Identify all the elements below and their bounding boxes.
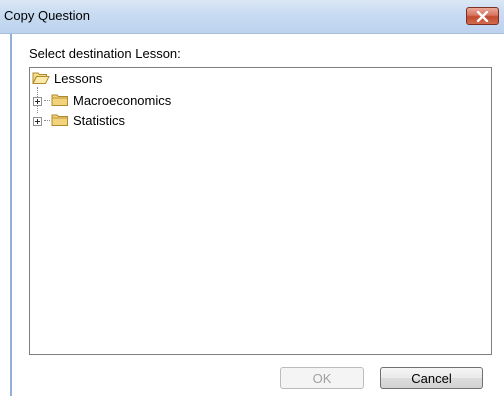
folder-icon [51,92,69,111]
tree-node-macroeconomics[interactable]: Macroeconomics [33,92,171,110]
plus-expander-icon[interactable] [33,116,42,126]
close-button[interactable] [466,7,499,25]
destination-prompt-label: Select destination Lesson: [29,46,181,61]
title-bar[interactable]: Copy Question [0,0,504,34]
copy-question-dialog: Copy Question Select destination Lesson:… [0,0,504,396]
tree-node-label: Macroeconomics [73,93,172,108]
window-title: Copy Question [4,8,90,23]
lesson-tree[interactable]: Lessons Macroeconomics Statistics [29,67,492,355]
ok-button[interactable]: OK [280,367,364,389]
cancel-button[interactable]: Cancel [380,367,483,389]
tree-node-lessons[interactable]: Lessons [32,70,102,88]
open-folder-icon [32,70,50,89]
tree-node-label: Statistics [73,113,126,128]
close-x-icon [476,10,489,22]
window-left-border [10,34,12,396]
tree-node-label: Lessons [54,71,103,86]
tree-branch-line [44,120,50,122]
tree-node-statistics[interactable]: Statistics [33,112,125,130]
folder-icon [51,112,69,131]
tree-branch-line [44,100,50,102]
plus-expander-icon[interactable] [33,96,42,106]
